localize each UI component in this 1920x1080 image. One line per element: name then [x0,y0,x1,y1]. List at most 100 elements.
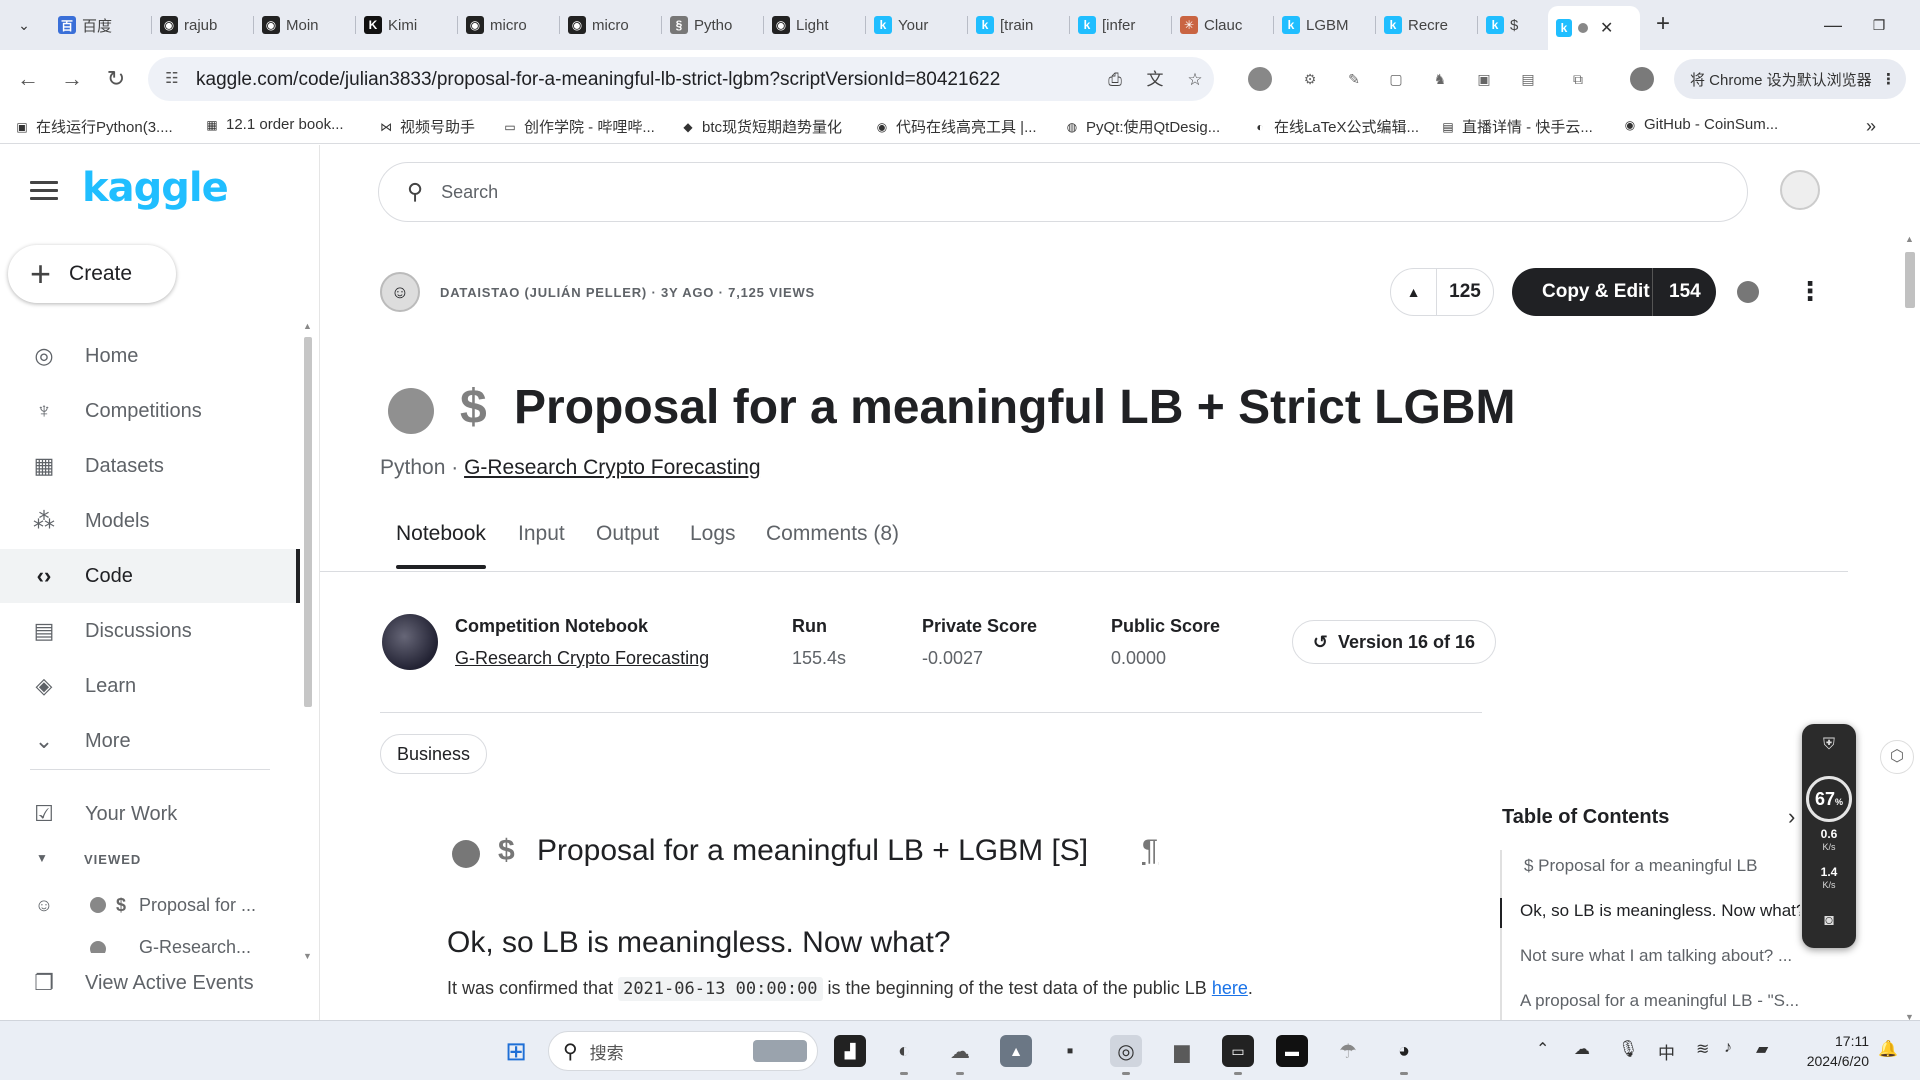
toc-collapse-chevron-icon[interactable]: › [1788,804,1795,830]
browser-tab[interactable]: ◉ micro [560,8,662,42]
browser-tab[interactable]: k Recre [1376,8,1478,42]
upvote-button[interactable]: ▲ 125 [1390,268,1494,316]
tag-chip[interactable]: Business [380,734,488,774]
sidebar-item-discussions[interactable]: ▤ Discussions [0,604,300,658]
browser-tab[interactable]: ◉ Moin [254,8,356,42]
bookmark-item[interactable]: ◉ GitHub - CoinSum... [1622,116,1778,133]
browser-tab[interactable]: k Your [866,8,968,42]
chrome-icon[interactable]: ◎ [1110,1035,1142,1075]
app-icon-10[interactable]: ☂ [1332,1035,1364,1067]
install-app-icon[interactable]: ⎙ [1104,69,1126,91]
minimize-button[interactable]: — [1810,8,1856,42]
scroll-down-arrow-icon[interactable]: ▼ [303,951,312,961]
taskbar-search-input[interactable]: ⚲ 搜索 [548,1031,818,1071]
network-monitor-widget[interactable]: ⛨ 67% 0.6 K/s 1.4 K/s ◙ [1802,724,1856,948]
close-tab-icon[interactable]: ✕ [1600,18,1613,38]
viewed-item-proposal[interactable]: ☺ $ Proposal for ... [0,881,300,929]
browser-tab[interactable]: § Pytho [662,8,764,42]
user-avatar[interactable] [1780,170,1820,210]
volume-icon[interactable]: ♪ [1724,1039,1732,1057]
extension-4-icon[interactable]: ▢ [1384,67,1408,91]
bookmark-star-icon[interactable]: ☆ [1184,69,1206,91]
bookmark-item[interactable]: ▤ 直播详情 - 快手云... [1440,116,1593,137]
pen-extension-icon[interactable]: ✎ [1342,67,1366,91]
translate-icon[interactable]: 文 [1144,69,1166,91]
back-button[interactable]: ← [12,63,44,95]
ime-indicator[interactable]: 中 [1658,1039,1675,1064]
browser-tab[interactable]: k [train [968,8,1070,42]
sidebar-item-your-work[interactable]: ☑ Your Work [0,787,300,841]
sidebar-item-code[interactable]: ‹› Code [0,549,300,603]
windows-start-icon[interactable]: ⊞ [500,1035,532,1067]
reload-button[interactable]: ↻ [100,63,132,95]
view-active-events-link[interactable]: ❐ View Active Events [0,956,300,1010]
toc-item[interactable]: $ Proposal for a meaningful LB [1524,856,1804,876]
toc-item[interactable]: Not sure what I am talking about? ... [1520,946,1800,966]
tab-logs[interactable]: Logs [690,522,736,546]
browser-tab[interactable]: 百百度 [50,8,152,42]
sidebar-scroll-thumb[interactable] [304,337,312,707]
sidebar-item-learn[interactable]: ◈ Learn [0,659,300,713]
app-icon-5[interactable]: ▪ [1054,1035,1086,1067]
competition-avatar[interactable] [382,614,438,670]
set-default-browser-button[interactable]: 将 Chrome 设为默认浏览器 ⋮ [1674,59,1906,99]
sidebar-item-home[interactable]: ◎ Home [0,329,300,383]
file-explorer-icon[interactable]: ▆ [1166,1035,1198,1067]
extension-2-icon[interactable]: ⚙ [1298,67,1322,91]
tray-overflow-chevron-icon[interactable]: ⌃ [1536,1039,1549,1059]
photos-icon[interactable]: ▲ [1000,1035,1032,1067]
sidebar-item-datasets[interactable]: ▦ Datasets [0,439,300,493]
bookmark-item[interactable]: ▭ 创作学院 - 哔哩哔... [502,116,655,137]
browser-tab[interactable]: ✳ Clauc [1172,8,1274,42]
copy-and-edit-button[interactable]: Copy & Edit 154 [1512,268,1716,316]
bookmark-item[interactable]: ⋈ 视频号助手 [378,116,475,137]
tab-input[interactable]: Input [518,522,565,546]
extension-6-icon[interactable]: ▣ [1472,67,1496,91]
forward-button[interactable]: → [56,63,88,95]
author-avatar[interactable]: ☺ [380,272,420,312]
extension-1-icon[interactable] [1248,67,1272,91]
tab-active[interactable]: k ✕ [1548,6,1640,50]
maximize-button[interactable]: ❐ [1856,8,1902,42]
sidebar-scrollbar[interactable]: ▲ ▼ [301,321,315,961]
scroll-up-arrow-icon[interactable]: ▲ [1905,234,1914,244]
tab-notebook[interactable]: Notebook [396,522,486,569]
browser-tab[interactable]: ◉ micro [458,8,560,42]
app-icon-11[interactable]: ◕ [1388,1035,1420,1075]
wifi-icon[interactable]: ≋ [1696,1039,1709,1059]
extension-5-icon[interactable]: ♞ [1428,67,1452,91]
scroll-up-arrow-icon[interactable]: ▲ [303,321,312,331]
profile-avatar[interactable] [1630,67,1654,91]
sidebar-item-competitions[interactable]: ♆ Competitions [0,384,300,438]
bookmark-item[interactable]: ▣ 在线运行Python(3.... [14,116,172,137]
extension-7-icon[interactable]: ▤ [1516,67,1540,91]
hamburger-menu-icon[interactable] [30,181,58,203]
onedrive-icon[interactable]: ☁ [1574,1039,1590,1059]
chat-app-icon[interactable]: ☁ [944,1035,976,1075]
toc-item[interactable]: Ok, so LB is meaningless. Now what? [1520,901,1800,921]
bookmark-item[interactable]: ◐ 在线LaTeX公式编辑... [1252,116,1419,137]
main-scroll-thumb[interactable] [1905,252,1915,308]
browser-tab[interactable]: ◉ Light [764,8,866,42]
competition-link[interactable]: G-Research Crypto Forecasting [464,456,760,479]
competition-notebook-link[interactable]: G-Research Crypto Forecasting [455,648,709,669]
battery-icon[interactable]: ▰ [1756,1039,1768,1059]
browser-tab[interactable]: k LGBM [1274,8,1376,42]
sidebar-item-models[interactable]: ⁂ Models [0,494,300,548]
upvote-arrow-icon[interactable]: ▲ [1391,268,1437,316]
edge-browser-icon[interactable]: ◐ [888,1035,920,1075]
toc-item[interactable]: A proposal for a meaningful LB - "S... [1520,991,1800,1011]
kaggle-search-input[interactable]: ⚲ Search [378,162,1748,222]
url-text[interactable]: kaggle.com/code/julian3833/proposal-for-… [196,69,1000,91]
bookmark-item[interactable]: ◉ 代码在线高亮工具 |... [874,116,1037,137]
kaggle-logo[interactable]: kaggle [82,165,229,211]
taskbar-clock[interactable]: 17:11 2024/6/20 [1795,1031,1869,1071]
main-scrollbar[interactable]: ▲ ▼ [1900,232,1920,1022]
menu-dots-icon[interactable]: ⋮ [1881,70,1896,88]
version-history-button[interactable]: ↺ Version 16 of 16 [1292,620,1496,664]
viewed-collapse-icon[interactable]: ▼ [36,851,48,865]
console-icon[interactable]: ▬ [1276,1035,1308,1067]
tab-comments[interactable]: Comments (8) [766,522,899,546]
viewed-item-g-research[interactable]: G-Research... [0,931,300,953]
sidebar-item-more[interactable]: ⌄ More [0,714,300,768]
